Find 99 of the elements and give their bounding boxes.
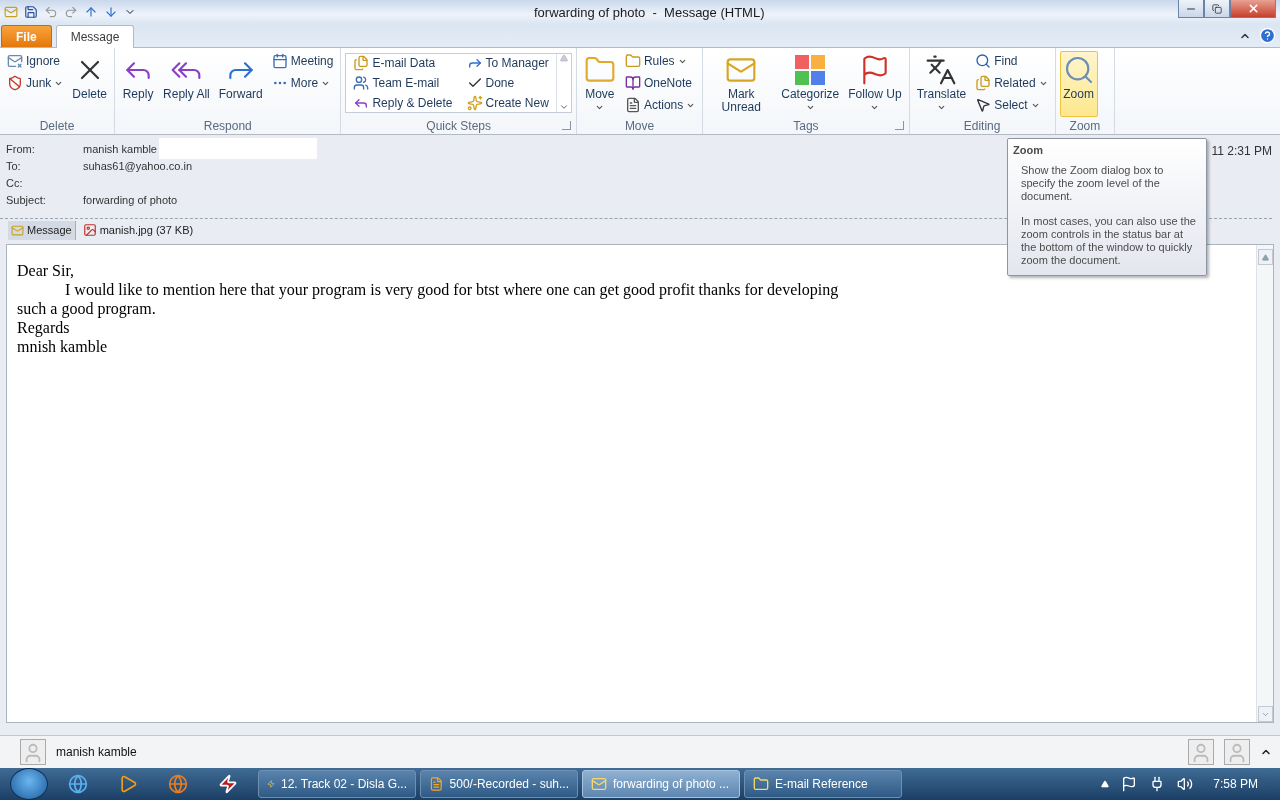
field-value: forwarding of photo xyxy=(83,193,178,206)
close-button[interactable] xyxy=(1230,0,1276,18)
field-value: suhas61@yahoo.co.in xyxy=(83,159,193,172)
start-button[interactable] xyxy=(10,768,48,800)
tooltip-title: Zoom xyxy=(1012,144,1044,156)
flag-icon[interactable] xyxy=(1121,776,1138,792)
help-icon[interactable] xyxy=(1259,27,1276,44)
group-label: Tags xyxy=(792,119,820,133)
caret-icon xyxy=(870,103,880,112)
field-label: Cc: xyxy=(6,176,24,189)
ribbon-button[interactable]: Forward xyxy=(215,51,266,117)
ribbon-tab[interactable]: Message xyxy=(55,25,135,48)
ribbon-button[interactable]: Ignore xyxy=(4,51,67,71)
translate-icon xyxy=(925,54,958,86)
field-label: To: xyxy=(6,159,22,172)
clock[interactable]: 7:58 PM xyxy=(1213,777,1258,791)
taskbar-button[interactable]: 500/-Recorded - suh... xyxy=(420,770,578,798)
calendar-icon xyxy=(271,53,288,69)
ribbon-button[interactable]: Junk xyxy=(4,73,67,93)
ribbon-button[interactable]: Follow Up xyxy=(845,51,905,117)
avatar-icon xyxy=(1224,739,1250,765)
attachment-tab[interactable]: manish.jpg (37 KB) xyxy=(79,220,197,240)
field-label: Subject: xyxy=(6,193,47,206)
body-paragraph: I would like to mention here that your program is very good for btst where one can get good profit thanks for developing such a good program. xyxy=(17,280,840,318)
minimize-button[interactable] xyxy=(1178,0,1204,18)
volume-icon[interactable] xyxy=(1177,776,1194,792)
ribbon-button[interactable]: Done xyxy=(463,74,552,92)
field-value: manish kamble xyxy=(83,142,157,155)
dialog-launcher-icon[interactable] xyxy=(561,120,571,130)
taskbar-button[interactable]: E-mail Reference xyxy=(744,770,902,798)
ribbon-button[interactable]: Select xyxy=(972,95,1051,115)
close-icon xyxy=(1246,2,1260,15)
save-icon[interactable] xyxy=(24,5,38,19)
window-title: forwarding of photo - Message (HTML) xyxy=(533,4,766,20)
caret-icon xyxy=(805,103,815,112)
people-icon xyxy=(353,75,370,91)
body-paragraph: Dear Sir, xyxy=(17,261,76,280)
ribbon-button[interactable]: Team E-mail xyxy=(350,74,456,92)
contact-name: manish kamble xyxy=(56,745,137,759)
ribbon-button[interactable]: Reply All xyxy=(160,51,213,117)
image-file-icon xyxy=(82,223,97,237)
restore-button[interactable] xyxy=(1204,0,1230,18)
tooltip-text: In most cases, you can also use the zoom controls in the status bar at the bottom of the window to quickly zoom the document. xyxy=(1021,215,1197,267)
redo-icon[interactable] xyxy=(64,5,78,19)
play-icon[interactable] xyxy=(118,774,138,794)
sparkle-icon xyxy=(466,95,483,111)
caret-icon xyxy=(595,103,605,112)
restore-icon xyxy=(1212,3,1222,14)
up-arrow-icon[interactable] xyxy=(84,5,98,19)
ribbon-button[interactable]: E-mail Data xyxy=(350,54,456,72)
ribbon-button[interactable]: More xyxy=(268,73,337,93)
body-paragraph: Regards xyxy=(17,318,71,337)
group-label: Move xyxy=(623,119,656,133)
ribbon-button[interactable]: Categorize xyxy=(778,51,843,117)
avatar-icon xyxy=(1188,739,1214,765)
show-hidden-icons-icon[interactable] xyxy=(1101,780,1110,788)
undo-icon[interactable] xyxy=(44,5,58,19)
ribbon-button[interactable]: OneNote xyxy=(621,73,699,93)
ribbon-button[interactable]: Translate xyxy=(913,51,970,117)
sent-time: 11 2:31 PM xyxy=(1211,144,1272,158)
field-label: From: xyxy=(6,142,36,155)
avatar-icon xyxy=(20,739,46,765)
taskbar-button[interactable]: 12. Track 02 - Disla G... xyxy=(258,770,416,798)
ribbon-button[interactable]: Create New xyxy=(463,94,552,112)
ribbon-button[interactable]: Actions xyxy=(621,95,699,115)
group-label: Delete xyxy=(38,119,76,133)
caret-icon xyxy=(936,103,946,112)
ribbon-button[interactable]: To Manager xyxy=(463,54,552,72)
scroll-up-button[interactable] xyxy=(1257,249,1273,265)
attachment-tab[interactable]: Message xyxy=(8,220,76,240)
ribbon-button[interactable]: Meeting xyxy=(268,51,337,71)
ribbon-button[interactable]: Reply xyxy=(119,51,158,117)
ribbon-button[interactable]: Rules xyxy=(621,51,699,71)
globe-icon[interactable] xyxy=(168,774,188,794)
globe-icon[interactable] xyxy=(68,774,88,794)
group-label: Respond xyxy=(202,119,253,133)
document-icon xyxy=(429,776,444,792)
lightning-icon[interactable] xyxy=(218,774,238,794)
up-arrow-icon xyxy=(1261,253,1269,261)
color-squares-icon xyxy=(794,54,827,86)
documents-icon xyxy=(975,75,992,91)
down-arrow-icon[interactable] xyxy=(104,5,118,19)
body-paragraph: mnish kamble xyxy=(17,337,109,356)
ribbon-button[interactable]: Mark Unread xyxy=(707,51,776,117)
notebook-icon xyxy=(624,75,641,91)
group-label: Quick Steps xyxy=(425,119,492,133)
ribbon-button[interactable]: Find xyxy=(972,51,1051,71)
ribbon-button[interactable]: Reply & Delete xyxy=(350,94,456,112)
group-label: Zoom xyxy=(1069,119,1101,133)
tooltip-text: Show the Zoom dialog box to specify the zoom level of the document. xyxy=(1021,164,1165,203)
ribbon-button[interactable]: Move xyxy=(580,51,619,117)
ribbon-button[interactable]: Related xyxy=(972,73,1051,93)
ribbon-button[interactable]: Delete xyxy=(69,51,111,117)
ribbon-button[interactable]: Zoom xyxy=(1059,51,1098,117)
document-icon xyxy=(624,97,641,113)
cursor-icon xyxy=(975,97,992,113)
group-label: Editing xyxy=(962,119,1002,133)
dialog-launcher-icon[interactable] xyxy=(894,120,904,130)
expand-gallery-icon[interactable] xyxy=(558,102,569,112)
